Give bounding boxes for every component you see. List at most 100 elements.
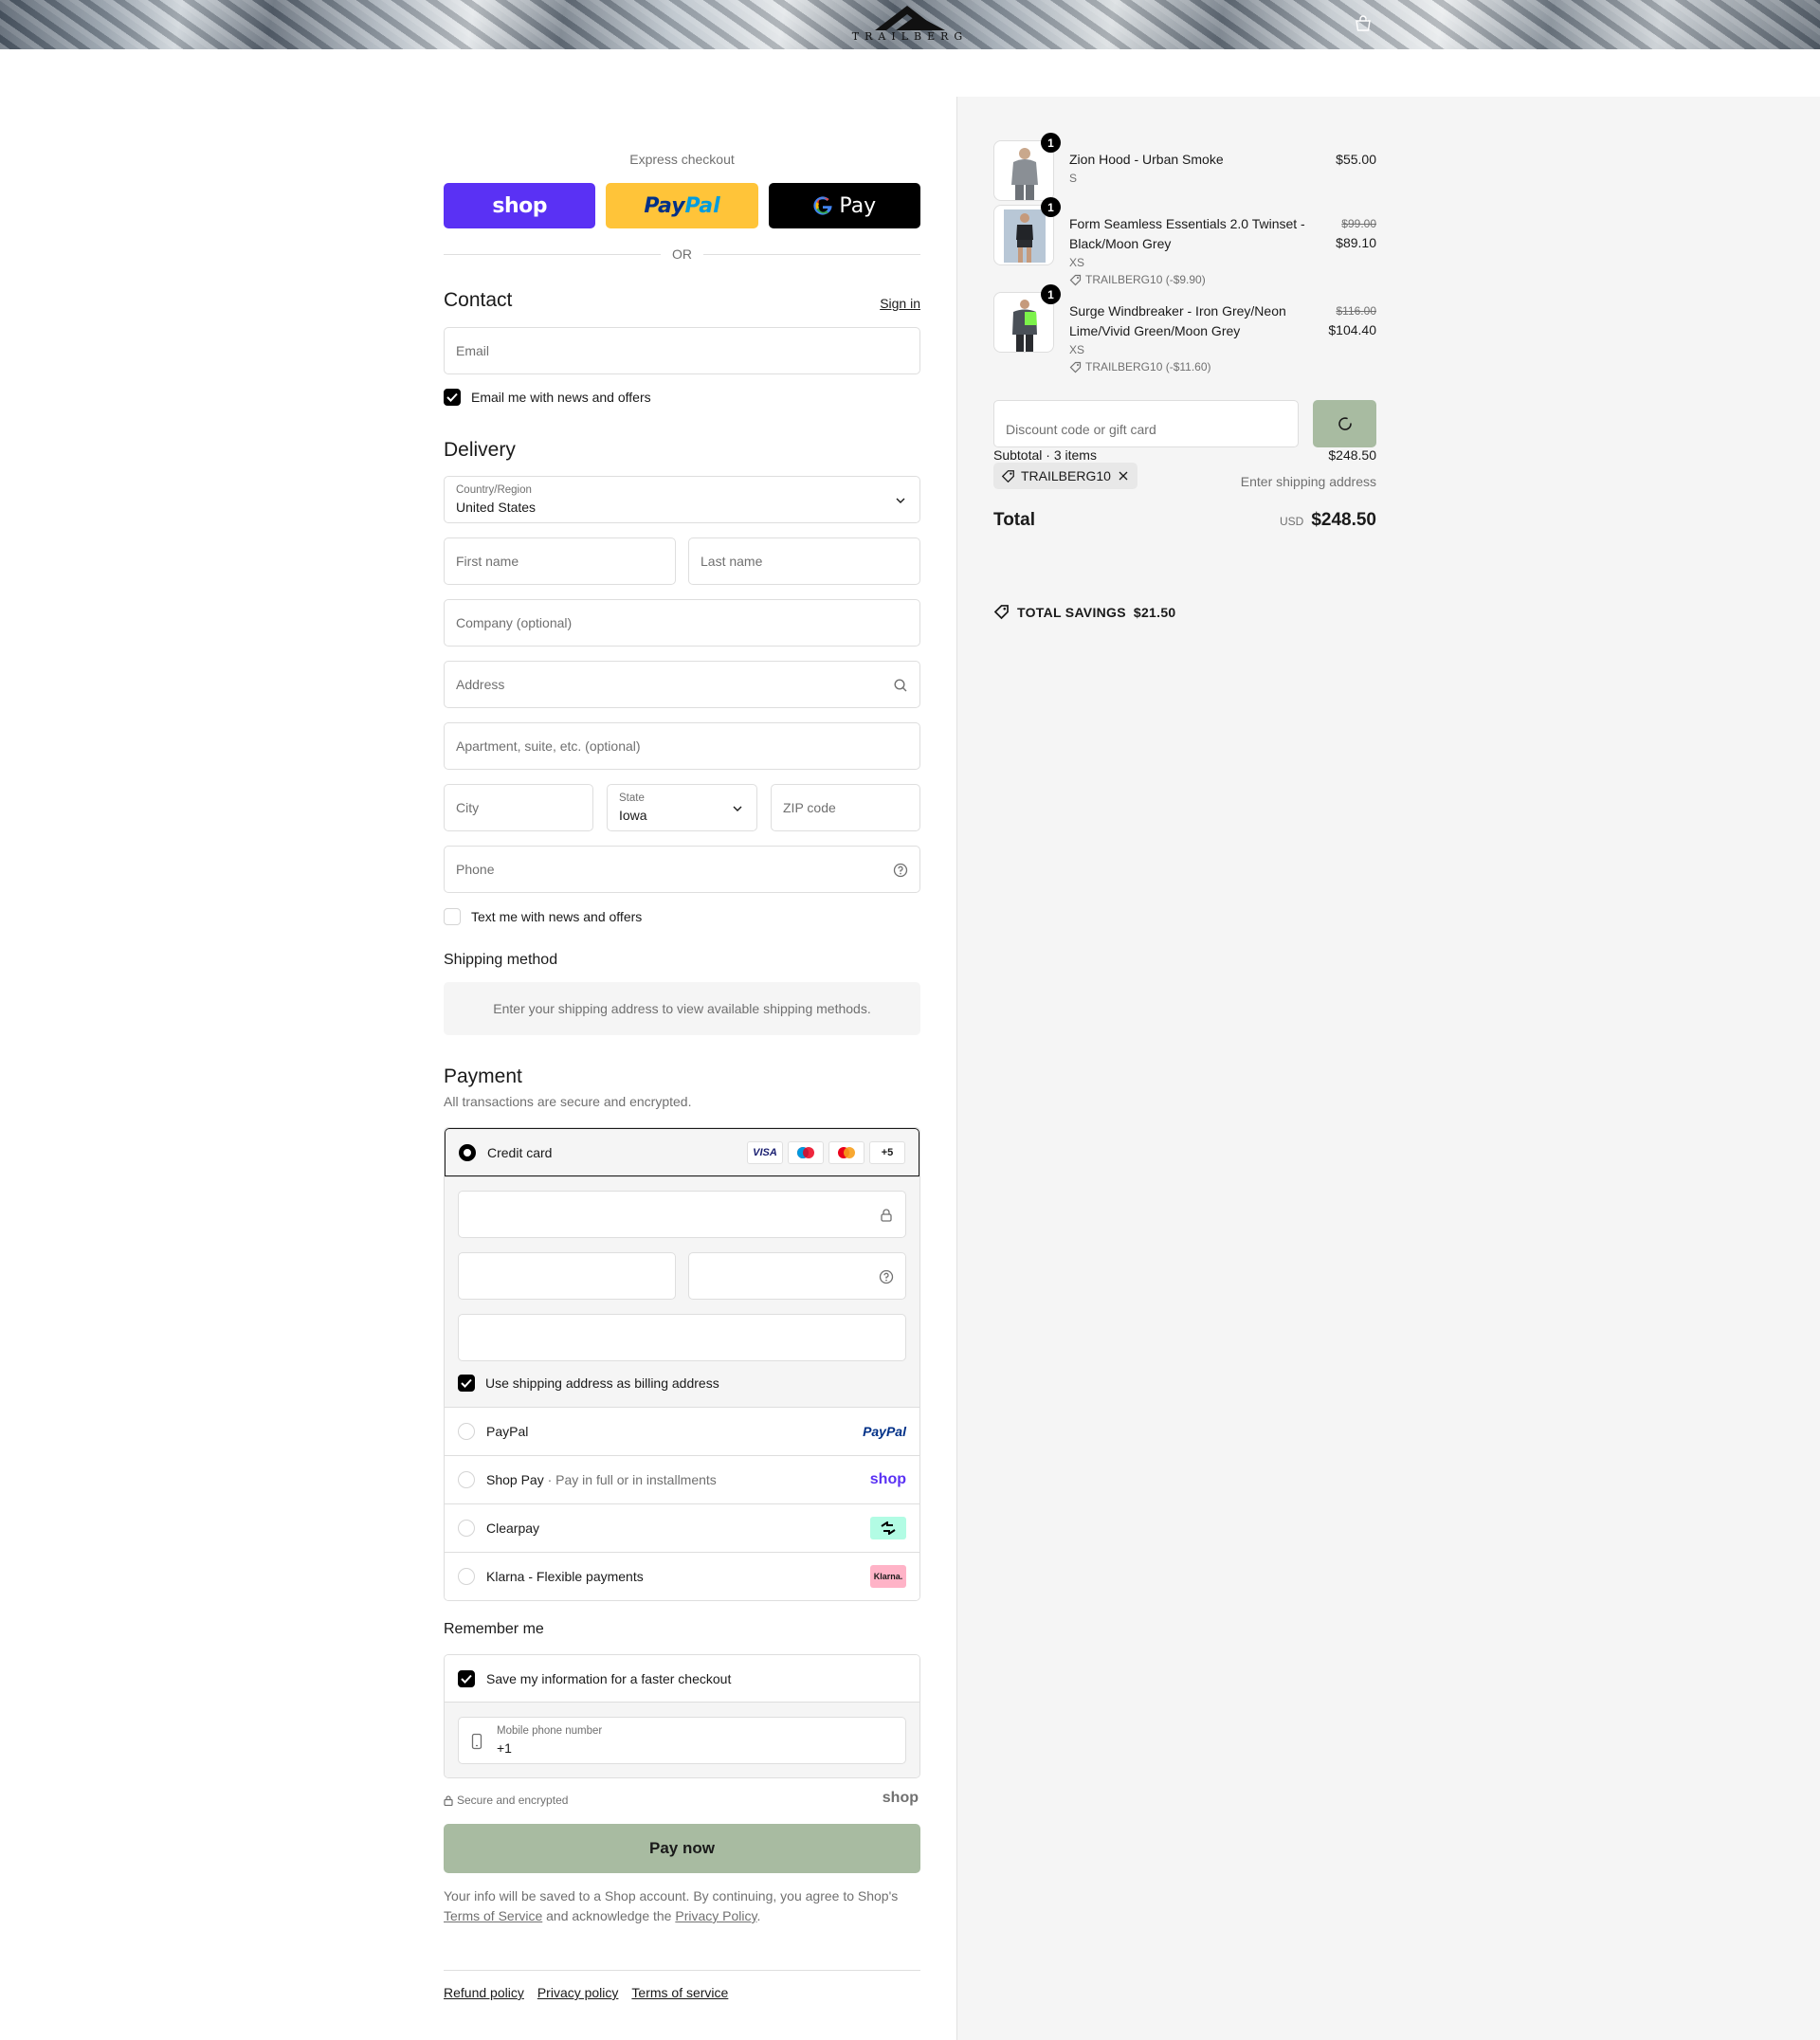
paypal-button[interactable]: Pay Pal — [606, 183, 758, 228]
state-value: Iowa — [619, 808, 647, 823]
klarna-badge: Klarna. — [870, 1565, 906, 1588]
sms-checkbox[interactable] — [444, 908, 461, 925]
product-discount: TRAILBERG10 (-$11.60) — [1069, 358, 1306, 375]
paypal-option-label: PayPal — [486, 1424, 529, 1439]
privacy-policy-footer-link[interactable]: Privacy policy — [537, 1985, 619, 2000]
chevron-down-icon — [896, 498, 905, 503]
email-field[interactable]: Email — [444, 327, 920, 374]
city-field[interactable]: City — [444, 784, 593, 831]
clearpay-option[interactable]: Clearpay — [445, 1503, 919, 1552]
country-select[interactable]: Country/Region United States — [444, 476, 920, 523]
cart-icon[interactable] — [1354, 15, 1374, 34]
mastercard-icon — [828, 1140, 864, 1164]
express-checkout-label: Express checkout — [629, 152, 735, 167]
clearpay-radio[interactable] — [458, 1520, 475, 1537]
product-variant: XS — [1069, 256, 1085, 269]
security-code-field[interactable] — [688, 1252, 906, 1300]
klarna-radio[interactable] — [458, 1568, 475, 1585]
product-discount: TRAILBERG10 (-$9.90) — [1069, 271, 1306, 288]
phone-field[interactable]: Phone — [444, 846, 920, 893]
apartment-field[interactable]: Apartment, suite, etc. (optional) — [444, 722, 920, 770]
help-circle-icon[interactable] — [893, 863, 908, 878]
sign-in-link[interactable]: Sign in — [880, 296, 920, 311]
first-name-placeholder: First name — [456, 554, 519, 569]
privacy-policy-link[interactable]: Privacy Policy — [675, 1908, 756, 1923]
chevron-down-icon — [733, 806, 742, 811]
expiry-field[interactable] — [458, 1252, 676, 1300]
product-price: $55.00 — [1336, 152, 1376, 167]
shop-pay-radio[interactable] — [458, 1471, 475, 1488]
shop-pay-option[interactable]: Shop Pay · Pay in full or in installment… — [445, 1455, 919, 1503]
legal-text: Your info will be saved to a Shop accoun… — [444, 1886, 920, 1926]
company-placeholder: Company (optional) — [456, 615, 573, 630]
credit-card-label: Credit card — [487, 1144, 553, 1160]
discount-code-input[interactable]: Discount code or gift card — [993, 400, 1299, 447]
total-savings-label: TOTAL SAVINGS — [1017, 604, 1126, 620]
spinner-icon — [1338, 417, 1352, 430]
last-name-field[interactable]: Last name — [688, 537, 920, 585]
google-pay-button[interactable]: Pay — [768, 183, 920, 228]
sms-checkbox-row[interactable]: Text me with news and offers — [444, 907, 642, 926]
mobile-phone-label: Mobile phone number — [497, 1725, 603, 1737]
secure-row: Secure and encrypted shop — [444, 1790, 920, 1809]
mobile-phone-field[interactable]: Mobile phone number +1 — [458, 1717, 906, 1764]
terms-of-service-link[interactable]: Terms of Service — [444, 1908, 542, 1923]
pay-now-button[interactable]: Pay now — [444, 1824, 920, 1873]
klarna-option-label: Klarna - Flexible payments — [486, 1569, 644, 1584]
secure-text: Secure and encrypted — [457, 1794, 569, 1807]
paypal-option[interactable]: PayPal PayPal — [445, 1407, 919, 1455]
help-circle-icon[interactable] — [879, 1269, 894, 1284]
first-name-field[interactable]: First name — [444, 537, 676, 585]
company-field[interactable]: Company (optional) — [444, 599, 920, 647]
payment-subtitle: All transactions are secure and encrypte… — [444, 1094, 692, 1109]
billing-checkbox[interactable] — [458, 1375, 475, 1392]
klarna-option[interactable]: Klarna - Flexible payments Klarna. — [445, 1552, 919, 1600]
shop-logo: shop — [882, 1790, 919, 1806]
product-discount-label: TRAILBERG10 (-$9.90) — [1085, 273, 1206, 286]
remember-me-box: Save my information for a faster checkou… — [444, 1654, 920, 1778]
zip-field[interactable]: ZIP code — [771, 784, 920, 831]
product-variant: XS — [1069, 343, 1085, 356]
shipping-value: Enter shipping address — [1240, 474, 1376, 489]
card-number-field[interactable] — [458, 1191, 906, 1238]
save-info-row[interactable]: Save my information for a faster checkou… — [445, 1655, 919, 1703]
google-pay-label: Pay — [839, 193, 877, 218]
product-price-block: $55.00 — [1336, 150, 1376, 169]
shop-pay-button[interactable]: shop — [444, 183, 596, 228]
product-old-price: $99.00 — [1341, 217, 1376, 230]
city-placeholder: City — [456, 800, 480, 815]
quantity-badge: 1 — [1041, 197, 1061, 217]
state-select[interactable]: State Iowa — [607, 784, 757, 831]
save-info-label: Save my information for a faster checkou… — [486, 1670, 732, 1686]
tag-icon — [1069, 361, 1082, 373]
refund-policy-link[interactable]: Refund policy — [444, 1985, 524, 2000]
subtotal-row: Subtotal · 3 items $248.50 — [993, 446, 1376, 464]
quantity-badge: 1 — [1041, 133, 1061, 153]
clearpay-icon — [870, 1517, 906, 1539]
news-checkbox[interactable] — [444, 389, 461, 406]
credit-card-option[interactable]: Credit card VISA +5 — [445, 1128, 919, 1176]
product-name: Form Seamless Essentials 2.0 Twinset - B… — [1069, 216, 1305, 251]
legal-text-part-3: . — [756, 1908, 761, 1923]
total-savings: TOTAL SAVINGS $21.50 — [993, 604, 1176, 620]
product-info: Form Seamless Essentials 2.0 Twinset - B… — [1069, 214, 1306, 288]
apply-discount-button[interactable] — [1313, 400, 1376, 447]
address-field[interactable]: Address — [444, 661, 920, 708]
billing-checkbox-row[interactable]: Use shipping address as billing address — [458, 1374, 719, 1393]
save-info-checkbox[interactable] — [458, 1669, 475, 1687]
payment-methods: Credit card VISA +5 Use shipping address… — [444, 1127, 920, 1601]
shop-pay-option-label: Shop Pay — [486, 1472, 544, 1487]
mobile-phone-icon — [471, 1733, 482, 1750]
order-summary-panel — [956, 97, 1820, 2040]
total-row: Total USD $248.50 — [993, 508, 1376, 533]
terms-of-service-footer-link[interactable]: Terms of service — [631, 1985, 728, 2000]
lock-icon — [881, 1209, 892, 1222]
news-checkbox-row[interactable]: Email me with news and offers — [444, 388, 651, 407]
apartment-placeholder: Apartment, suite, etc. (optional) — [456, 738, 641, 754]
check-icon — [461, 1378, 472, 1388]
total-savings-value: $21.50 — [1133, 604, 1176, 620]
credit-card-radio[interactable] — [459, 1143, 476, 1161]
paypal-radio[interactable] — [458, 1423, 475, 1440]
brand-logo[interactable]: TRAILBERG — [834, 4, 986, 46]
name-on-card-field[interactable] — [458, 1314, 906, 1361]
